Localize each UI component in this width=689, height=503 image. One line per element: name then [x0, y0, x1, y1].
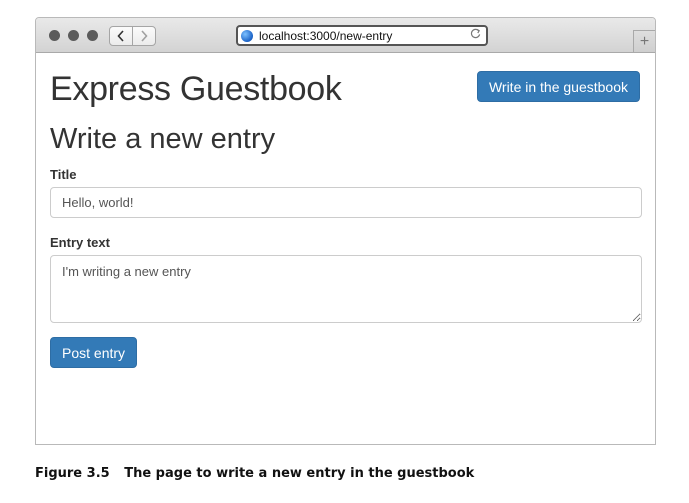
back-button[interactable] — [110, 27, 133, 45]
write-in-guestbook-button[interactable]: Write in the guestbook — [476, 71, 640, 102]
entry-text-label: Entry text — [50, 235, 110, 250]
page-content: Express Guestbook Write in the guestbook… — [36, 53, 655, 444]
address-bar[interactable]: localhost:3000/new-entry — [236, 25, 488, 46]
figure-number: Figure 3.5 — [35, 466, 110, 481]
maximize-window-button[interactable] — [87, 30, 98, 41]
minimize-window-button[interactable] — [68, 30, 79, 41]
url-text: localhost:3000/new-entry — [259, 28, 393, 43]
figure-caption: Figure 3.5 The page to write a new entry… — [35, 466, 474, 481]
history-navigation — [109, 26, 156, 46]
title-input[interactable] — [50, 187, 642, 218]
browser-toolbar: localhost:3000/new-entry + — [36, 18, 655, 53]
close-window-button[interactable] — [49, 30, 60, 41]
new-tab-button[interactable]: + — [633, 30, 655, 52]
page-heading: Write a new entry — [50, 123, 276, 155]
title-label: Title — [50, 167, 77, 182]
post-entry-button[interactable]: Post entry — [50, 337, 138, 368]
app-title[interactable]: Express Guestbook — [50, 70, 342, 109]
chevron-left-icon — [117, 30, 124, 42]
figure-caption-text: The page to write a new entry in the gue… — [124, 466, 475, 481]
entry-text-textarea[interactable]: I'm writing a new entry — [50, 255, 642, 323]
chevron-right-icon — [141, 30, 148, 42]
globe-icon — [241, 29, 253, 42]
forward-button[interactable] — [133, 27, 155, 45]
reload-icon[interactable] — [470, 28, 481, 42]
browser-window: localhost:3000/new-entry + Express Guest… — [35, 17, 656, 445]
